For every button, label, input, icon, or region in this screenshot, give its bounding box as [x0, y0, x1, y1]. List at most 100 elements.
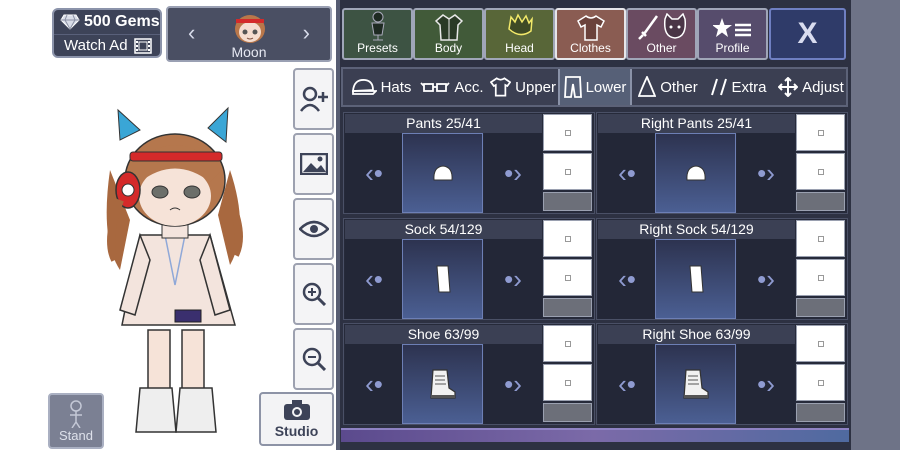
color-swatch-3[interactable]: [543, 298, 592, 317]
stand-button[interactable]: Stand: [48, 393, 104, 449]
tab-presets[interactable]: Presets: [342, 8, 413, 60]
watch-ad-button[interactable]: Watch Ad: [54, 34, 160, 56]
zoom-in-button[interactable]: [293, 263, 334, 325]
tab-body[interactable]: Body: [413, 8, 484, 60]
color-swatch-2[interactable]: [796, 364, 845, 401]
tab-head[interactable]: Head: [484, 8, 555, 60]
subtab-other[interactable]: Other: [634, 69, 702, 105]
item-preview: [402, 133, 483, 213]
previous-item-button[interactable]: ‹•: [598, 133, 656, 213]
subtab-other-label: Other: [660, 78, 698, 96]
character-face-icon: [235, 15, 265, 43]
color-swatch-3[interactable]: [543, 403, 592, 422]
sword-cat-icon: [637, 13, 686, 40]
subtab-hats[interactable]: Hats: [347, 69, 415, 105]
visibility-button[interactable]: [293, 198, 334, 260]
subtab-accessories-label: Acc.: [454, 78, 484, 96]
previous-item-button[interactable]: ‹•: [345, 344, 403, 424]
close-button[interactable]: X: [769, 8, 846, 60]
previous-item-button[interactable]: ‹•: [598, 344, 656, 424]
next-item-button[interactable]: •›: [737, 239, 795, 319]
panel-bottom-bar: [341, 428, 849, 442]
eye-icon: [298, 220, 329, 238]
color-swatch-1[interactable]: [543, 220, 592, 257]
studio-button[interactable]: Studio: [259, 392, 334, 446]
add-character-button[interactable]: [293, 68, 334, 130]
character-name: Moon: [231, 44, 267, 60]
color-swatch-1[interactable]: [796, 220, 845, 257]
next-item-button[interactable]: •›: [484, 344, 542, 424]
film-icon: [133, 37, 152, 54]
color-swatch-2[interactable]: [796, 153, 845, 190]
gem-icon: [60, 14, 80, 30]
tab-other[interactable]: Other: [626, 8, 697, 60]
slashes-icon: [711, 78, 728, 96]
subtab-upper-label: Upper: [515, 78, 556, 96]
item-preview: [655, 133, 736, 213]
sock-slot: Sock 54/129 ‹• •›: [343, 218, 595, 320]
subtab-extra[interactable]: Extra: [704, 69, 774, 105]
tab-head-label: Head: [505, 41, 534, 55]
glasses-icon: [420, 82, 451, 92]
subtab-upper[interactable]: Upper: [490, 69, 556, 105]
subtab-adjust-label: Adjust: [802, 78, 844, 96]
shoe-slot: Shoe 63/99 ‹• •›: [343, 323, 595, 425]
item-preview: [655, 344, 736, 424]
right-pants-slot: Right Pants 25/41 ‹• •›: [596, 112, 848, 214]
boot-item-icon: [682, 369, 709, 399]
subtab-accessories[interactable]: Acc.: [417, 69, 487, 105]
subtab-adjust[interactable]: Adjust: [776, 69, 846, 105]
next-item-button[interactable]: •›: [484, 239, 542, 319]
color-swatch-2[interactable]: [796, 259, 845, 296]
add-person-icon: [299, 86, 328, 112]
subtab-extra-label: Extra: [731, 78, 767, 96]
jacket-icon: [434, 14, 463, 41]
next-item-button[interactable]: •›: [737, 133, 795, 213]
zoom-in-icon: [302, 282, 326, 306]
color-swatch-3[interactable]: [796, 298, 845, 317]
color-swatch-2[interactable]: [543, 153, 592, 190]
previous-item-button[interactable]: ‹•: [598, 239, 656, 319]
pants-item-icon: [432, 165, 453, 181]
move-arrows-icon: [778, 77, 799, 97]
gems-label: 500 Gems: [84, 13, 160, 30]
panel-right-edge: [851, 0, 900, 450]
sock-item-icon: [688, 265, 704, 293]
tab-body-label: Body: [434, 41, 463, 55]
color-swatch-2[interactable]: [543, 259, 592, 296]
tab-profile[interactable]: Profile: [697, 8, 768, 60]
color-swatch-1[interactable]: [543, 325, 592, 362]
watch-ad-label: Watch Ad: [64, 37, 128, 54]
color-swatch-1[interactable]: [543, 114, 592, 151]
right-sock-slot: Right Sock 54/129 ‹• •›: [596, 218, 848, 320]
previous-item-button[interactable]: ‹•: [345, 239, 403, 319]
zoom-out-button[interactable]: [293, 328, 334, 390]
next-item-button[interactable]: •›: [484, 133, 542, 213]
background-button[interactable]: [293, 133, 334, 195]
color-swatch-2[interactable]: [543, 364, 592, 401]
color-swatch-3[interactable]: [543, 192, 592, 211]
slot-title: Right Shoe 63/99: [598, 325, 795, 344]
next-character-button[interactable]: ›: [303, 20, 310, 46]
next-item-button[interactable]: •›: [737, 344, 795, 424]
color-swatch-1[interactable]: [796, 114, 845, 151]
shirt-icon: [576, 15, 605, 41]
previous-character-button[interactable]: ‹: [188, 20, 195, 46]
slot-title: Right Sock 54/129: [598, 220, 795, 239]
character-selector: ‹ › Moon: [166, 6, 332, 62]
color-swatch-1[interactable]: [796, 325, 845, 362]
item-preview: [402, 239, 483, 319]
subtab-lower-label: Lower: [585, 78, 627, 96]
boot-item-icon: [429, 369, 456, 399]
previous-item-button[interactable]: ‹•: [345, 133, 403, 213]
gems-display: 500 Gems: [54, 10, 160, 34]
subtab-lower[interactable]: Lower: [558, 69, 632, 105]
slot-title: Pants 25/41: [345, 114, 542, 133]
color-swatch-3[interactable]: [796, 192, 845, 211]
studio-label: Studio: [274, 423, 319, 439]
tab-clothes[interactable]: Clothes: [555, 8, 626, 60]
tab-clothes-label: Clothes: [570, 41, 611, 55]
star-list-icon: [712, 18, 751, 37]
currency-box: 500 Gems Watch Ad: [52, 8, 162, 58]
color-swatch-3[interactable]: [796, 403, 845, 422]
